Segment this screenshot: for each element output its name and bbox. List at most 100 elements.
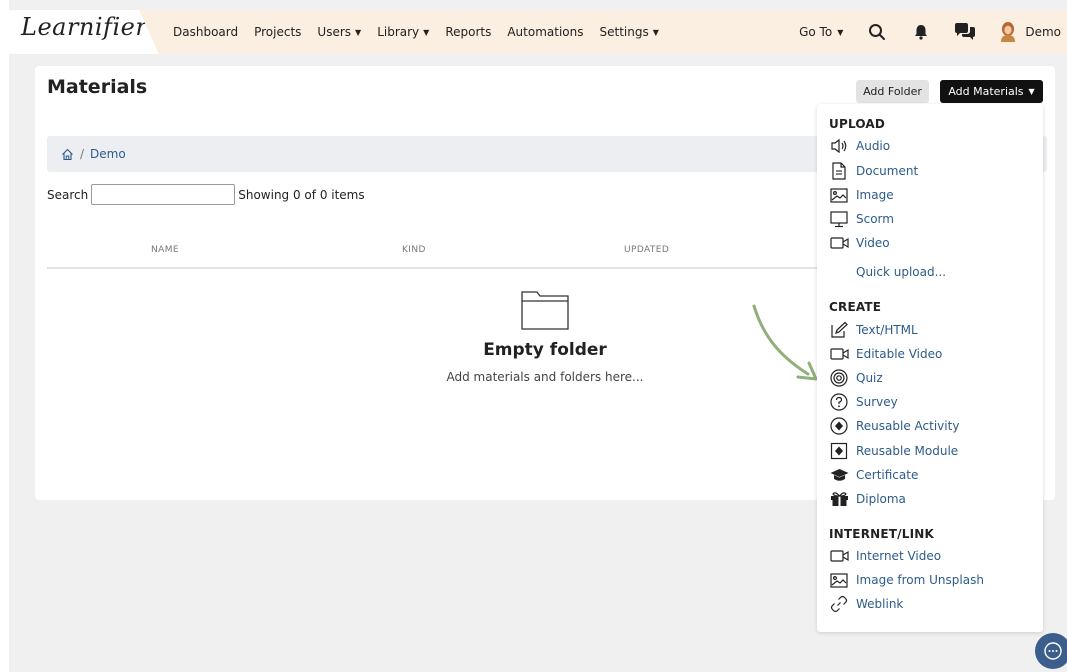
video-icon (829, 234, 849, 252)
avatar (1001, 22, 1016, 42)
menu-item-scorm[interactable]: Scorm (829, 209, 894, 229)
menu-item-image[interactable]: Image (829, 185, 894, 205)
caret-down-icon: ▼ (837, 27, 844, 37)
caret-down-icon: ▼ (423, 27, 430, 37)
goto-menu[interactable]: Go To ▼ (799, 25, 843, 39)
menu-item-label: Scorm (856, 212, 894, 226)
main-nav: Dashboard Projects Users ▼ Library ▼ Reports Au… (173, 10, 659, 54)
menu-item-weblink[interactable]: Weblink (829, 594, 903, 614)
menu-item-survey[interactable]: Survey (829, 392, 898, 412)
menu-item-text-html[interactable]: Text/HTML (829, 320, 918, 340)
page-title: Materials (47, 76, 148, 98)
nav-label: Projects (254, 25, 302, 39)
user-name: Demo (1025, 25, 1061, 39)
menu-item-diploma[interactable]: Diploma (829, 489, 906, 509)
bell-icon[interactable] (909, 20, 933, 44)
graduation-cap-icon (829, 466, 849, 484)
showing-count: Showing 0 of 0 items (238, 187, 365, 202)
menu-item-label: Editable Video (856, 347, 943, 361)
nav-label: Reports (445, 25, 492, 39)
menu-item-audio[interactable]: Audio (829, 136, 890, 156)
home-icon[interactable] (61, 148, 74, 161)
menu-item-quick-upload[interactable]: Quick upload... (856, 262, 946, 282)
menu-item-label: Image from Unsplash (856, 573, 984, 587)
menu-item-label: Reusable Module (856, 444, 959, 458)
nav-item-dashboard[interactable]: Dashboard (173, 25, 238, 39)
user-menu[interactable]: Demo (999, 22, 1061, 42)
goto-label: Go To (799, 25, 833, 39)
table-header-divider (47, 267, 837, 269)
menu-item-internet-video[interactable]: Internet Video (829, 546, 941, 566)
edit-icon (829, 321, 849, 339)
menu-item-document[interactable]: Document (829, 161, 918, 181)
audio-icon (829, 137, 849, 155)
add-materials-label: Add Materials (948, 85, 1024, 98)
gift-icon (829, 490, 849, 508)
menu-item-label: Reusable Activity (856, 419, 960, 433)
caret-down-icon: ▼ (1028, 87, 1035, 96)
search-row: Search Showing 0 of 0 items (47, 184, 365, 205)
nav-label: Library (377, 25, 420, 39)
menu-item-label: Image (856, 188, 894, 202)
search-icon[interactable] (865, 20, 889, 44)
menu-item-reusable-module[interactable]: Reusable Module (829, 441, 958, 461)
column-header-updated[interactable]: UPDATED (624, 245, 669, 255)
left-edge (0, 0, 9, 672)
nav-item-settings[interactable]: Settings ▼ (600, 25, 659, 39)
nav-item-users[interactable]: Users ▼ (317, 25, 361, 39)
menu-item-reusable-activity[interactable]: Reusable Activity (829, 416, 959, 436)
image-icon (829, 186, 849, 204)
search-label: Search (47, 187, 89, 202)
nav-label: Dashboard (173, 25, 239, 39)
menu-item-label: Internet Video (856, 549, 942, 563)
caret-down-icon: ▼ (355, 27, 362, 37)
menu-item-label: Survey (856, 395, 898, 409)
add-materials-dropdown: UPLOAD Audio Document Image Scorm Video Quick … (817, 104, 1043, 632)
column-header-name[interactable]: NAME (151, 245, 179, 255)
nav-item-library[interactable]: Library ▼ (377, 25, 429, 39)
section-title-internet-link: INTERNET/LINK (829, 527, 934, 541)
help-chat-button[interactable] (1035, 633, 1067, 669)
caret-down-icon: ▼ (652, 27, 659, 37)
nav-label: Automations (507, 25, 584, 39)
nav-item-automations[interactable]: Automations (507, 25, 583, 39)
menu-item-label: Document (856, 164, 919, 178)
monitor-icon (829, 210, 849, 228)
menu-item-certificate[interactable]: Certificate (829, 465, 918, 485)
question-icon (829, 393, 849, 411)
logo[interactable]: Learnifier (21, 13, 147, 41)
menu-item-image-from-unsplash[interactable]: Image from Unsplash (829, 570, 984, 590)
section-title-upload: UPLOAD (829, 117, 886, 131)
nav-item-projects[interactable]: Projects (254, 25, 301, 39)
nav-label: Settings (599, 25, 649, 39)
menu-item-label: Weblink (856, 597, 904, 611)
video-icon (829, 345, 849, 363)
column-header-kind[interactable]: KIND (402, 245, 426, 255)
menu-item-editable-video[interactable]: Editable Video (829, 344, 942, 364)
chat-bubble-icon (1044, 642, 1062, 660)
link-icon (829, 595, 849, 613)
folder-icon (521, 291, 569, 330)
document-icon (829, 162, 849, 180)
menu-item-video[interactable]: Video (829, 233, 890, 253)
search-input[interactable] (91, 184, 236, 205)
breadcrumb-separator: / (80, 147, 85, 161)
menu-item-label: Video (856, 236, 890, 250)
breadcrumb-item-demo[interactable]: Demo (90, 147, 126, 161)
target-icon (829, 369, 849, 387)
menu-item-label: Audio (856, 139, 891, 153)
chat-icon[interactable] (953, 20, 977, 44)
add-materials-button[interactable]: Add Materials ▼ (940, 80, 1043, 103)
image-icon (829, 571, 849, 589)
nav-item-reports[interactable]: Reports (445, 25, 491, 39)
menu-item-label: Text/HTML (856, 323, 918, 337)
menu-item-quiz[interactable]: Quiz (829, 368, 883, 388)
nav-right: Go To ▼ Demo (799, 10, 1061, 54)
section-title-create: CREATE (829, 300, 882, 314)
add-folder-button[interactable]: Add Folder (856, 80, 929, 103)
video-icon (829, 547, 849, 565)
menu-item-label: Quiz (856, 371, 883, 385)
menu-item-label: Diploma (856, 492, 906, 506)
top-navigation: Learnifier Dashboard Projects Users ▼ Librar… (9, 10, 1067, 54)
menu-item-label: Quick upload... (856, 265, 947, 279)
